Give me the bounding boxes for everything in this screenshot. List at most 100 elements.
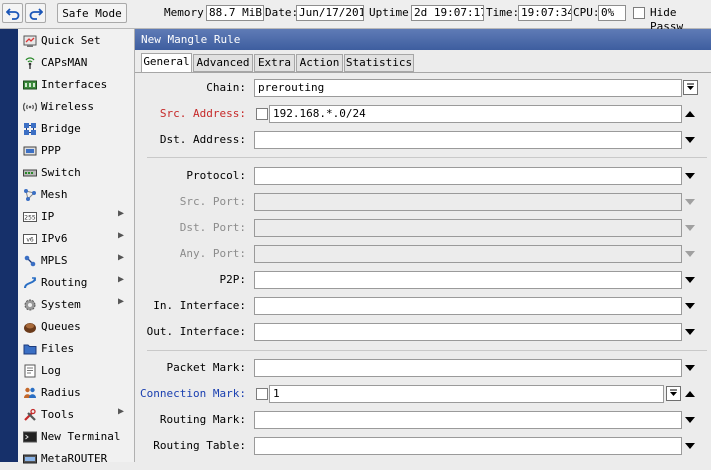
src-address-field[interactable]: 192.168.*.0/24 (269, 105, 682, 123)
sidebar-item-bridge[interactable]: Bridge (18, 118, 134, 140)
radius-icon (24, 387, 36, 398)
sidebar-item-label: Tools (41, 408, 75, 421)
mangle-rule-window: New Mangle Rule General Advanced Extra A… (135, 29, 711, 462)
dst-address-label: Dst. Address: (159, 133, 246, 146)
packet-mark-field[interactable] (254, 359, 682, 377)
undo-icon (5, 8, 19, 20)
redo-button[interactable] (25, 3, 46, 23)
sidebar-item-tools[interactable]: Tools ▶ (18, 404, 134, 426)
collapse-up-icon[interactable] (683, 387, 697, 401)
sidebar-item-ip[interactable]: 255 IP ▶ (18, 206, 134, 228)
routing-mark-field[interactable] (254, 411, 682, 429)
time-label: Time: (486, 6, 520, 19)
sidebar-item-mesh[interactable]: Mesh (18, 184, 134, 206)
ipv6-icon: v6 (23, 234, 37, 244)
sidebar-item-label: IP (41, 210, 55, 223)
p2p-field[interactable] (254, 271, 682, 289)
capsman-icon (25, 57, 35, 69)
routing-table-row: Routing Table: (135, 433, 711, 459)
window-title-bar[interactable]: New Mangle Rule (135, 29, 711, 50)
sidebar-item-routing[interactable]: Routing ▶ (18, 272, 134, 294)
undo-button[interactable] (2, 3, 23, 23)
src-port-row: Src. Port: (135, 189, 711, 215)
sidebar-item-label: Log (41, 364, 61, 377)
tools-icon (24, 408, 36, 421)
cpu-label: CPU: (573, 6, 600, 19)
sidebar-item-label: Mesh (41, 188, 68, 201)
ipv6-icon-text: v6 (26, 237, 34, 244)
protocol-field[interactable] (254, 167, 682, 185)
expand-down-icon[interactable] (683, 325, 697, 339)
packet-mark-row: Packet Mark: (135, 355, 711, 381)
interfaces-icon (23, 80, 37, 90)
sidebar-item-files[interactable]: Files (18, 338, 134, 360)
connection-mark-field[interactable]: 1 (269, 385, 664, 403)
any-port-field (254, 245, 682, 263)
switch-icon (23, 169, 37, 177)
sidebar-item-label: Radius (41, 386, 81, 399)
sidebar-item-mpls[interactable]: MPLS ▶ (18, 250, 134, 272)
expand-down-icon[interactable] (683, 169, 697, 183)
section-separator (147, 157, 707, 158)
sidebar-menu: Quick Set CAPsMAN Interfaces Wireless Br… (18, 29, 135, 465)
gear-icon (24, 299, 36, 311)
sidebar-item-label: New Terminal (41, 430, 121, 443)
dst-port-label: Dst. Port: (179, 221, 246, 234)
section-separator (147, 350, 707, 351)
dst-port-field (254, 219, 682, 237)
expand-down-icon[interactable] (683, 361, 697, 375)
submenu-arrow-icon: ▶ (118, 252, 125, 263)
dst-port-row: Dst. Port: (135, 215, 711, 241)
sidebar-item-ppp[interactable]: PPP (18, 140, 134, 162)
collapse-up-icon[interactable] (683, 107, 697, 121)
in-interface-field[interactable] (254, 297, 682, 315)
sidebar-item-radius[interactable]: Radius (18, 382, 134, 404)
expand-down-icon[interactable] (683, 133, 697, 147)
expand-down-icon[interactable] (683, 439, 697, 453)
bridge-icon (24, 123, 36, 135)
src-address-invert-checkbox[interactable] (256, 108, 268, 120)
expand-down-icon[interactable] (683, 273, 697, 287)
sidebar-item-label: MetaROUTER (41, 452, 108, 465)
tab-advanced[interactable]: Advanced (193, 54, 253, 72)
chain-dropdown-button[interactable] (683, 80, 698, 95)
connection-mark-dropdown-button[interactable] (666, 386, 681, 401)
sidebar-item-label: Bridge (41, 122, 81, 135)
sidebar-item-ipv6[interactable]: v6 IPv6 ▶ (18, 228, 134, 250)
sidebar-item-metarouter[interactable]: MetaROUTER (18, 448, 134, 470)
tab-action[interactable]: Action (296, 54, 343, 72)
sidebar-item-log[interactable]: Log (18, 360, 134, 382)
sidebar-item-label: MPLS (41, 254, 68, 267)
mpls-icon (24, 255, 36, 267)
src-address-label: Src. Address: (159, 107, 246, 120)
connection-mark-invert-checkbox[interactable] (256, 388, 268, 400)
any-port-label: Any. Port: (179, 247, 246, 260)
sidebar-item-quick-set[interactable]: Quick Set (18, 30, 134, 52)
routing-table-field[interactable] (254, 437, 682, 455)
tab-extra[interactable]: Extra (254, 54, 295, 72)
metarouter-icon (23, 454, 37, 464)
sidebar-item-label: Wireless (41, 100, 94, 113)
dropdown-arrow-icon (670, 389, 677, 396)
tab-statistics[interactable]: Statistics (344, 54, 414, 72)
tab-general[interactable]: General (141, 53, 192, 73)
chain-field[interactable]: prerouting (254, 79, 682, 97)
sidebar-item-queues[interactable]: Queues (18, 316, 134, 338)
sidebar-item-capsman[interactable]: CAPsMAN (18, 52, 134, 74)
sidebar-item-wireless[interactable]: Wireless (18, 96, 134, 118)
expand-down-icon[interactable] (683, 299, 697, 313)
sidebar-item-interfaces[interactable]: Interfaces (18, 74, 134, 96)
expand-down-icon[interactable] (683, 413, 697, 427)
sidebar-item-new-terminal[interactable]: New Terminal (18, 426, 134, 448)
sidebar-item-switch[interactable]: Switch (18, 162, 134, 184)
sidebar-item-system[interactable]: System ▶ (18, 294, 134, 316)
tab-bar: General Advanced Extra Action Statistics (135, 53, 711, 73)
queues-icon (24, 323, 36, 333)
dst-address-field[interactable] (254, 131, 682, 149)
out-interface-field[interactable] (254, 323, 682, 341)
submenu-arrow-icon: ▶ (118, 274, 125, 285)
ip-icon-text: 255 (24, 215, 36, 222)
routing-table-label: Routing Table: (153, 439, 246, 452)
safe-mode-button[interactable]: Safe Mode (57, 3, 127, 23)
hide-passwords-checkbox[interactable] (633, 7, 645, 19)
